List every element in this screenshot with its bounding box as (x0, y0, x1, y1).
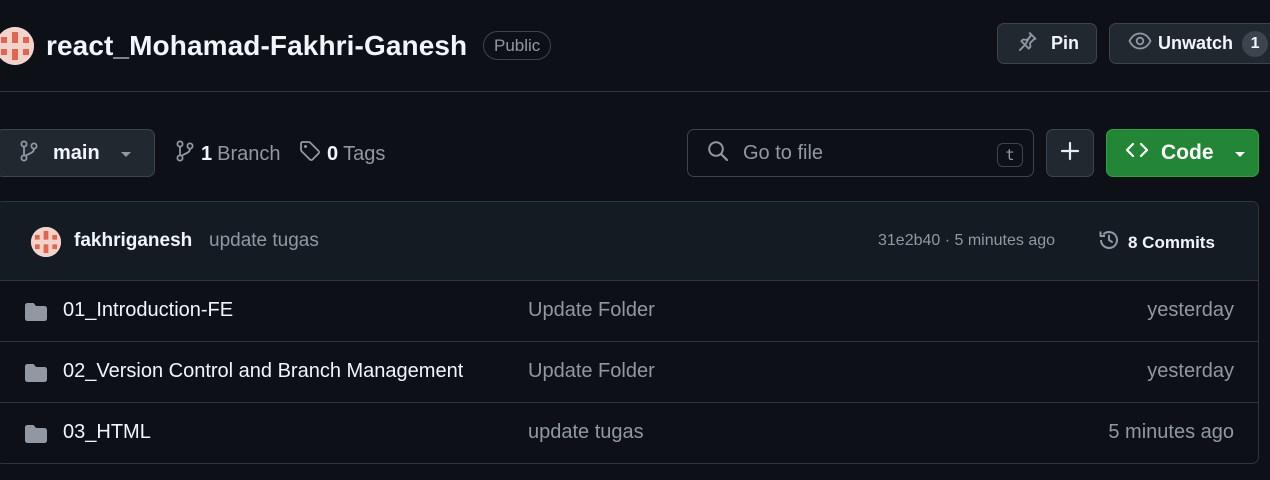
file-name-link[interactable]: 03_HTML (63, 421, 151, 444)
file-row[interactable]: 03_HTML update tugas 5 minutes ago (0, 403, 1258, 463)
file-commit-date: yesterday (1147, 360, 1234, 382)
repo-header: react_Mohamad-Fakhri-Ganesh Public Pin U… (0, 0, 1270, 92)
branch-name: main (53, 141, 100, 164)
commit-author-avatar[interactable] (31, 227, 61, 257)
pin-icon (1016, 30, 1038, 57)
unwatch-button[interactable]: Unwatch 1 (1109, 23, 1270, 64)
history-icon (1097, 228, 1121, 257)
folder-icon (23, 423, 49, 450)
file-name-link[interactable]: 01_Introduction-FE (63, 299, 233, 322)
code-button[interactable]: Code (1106, 129, 1259, 177)
chevron-down-icon (1233, 141, 1247, 165)
watch-count-badge: 1 (1242, 30, 1269, 57)
commits-count-label: 8 Commits (1128, 232, 1215, 252)
keyboard-shortcut-hint: t (997, 143, 1023, 167)
commit-message-link[interactable]: update tugas (209, 230, 319, 252)
file-commit-date: yesterday (1147, 299, 1234, 321)
search-icon (707, 140, 729, 167)
file-row[interactable]: 01_Introduction-FE Update Folder yesterd… (0, 281, 1258, 342)
file-browser: fakhriganesh update tugas 31e2b40 · 5 mi… (0, 201, 1259, 464)
folder-icon (23, 301, 49, 328)
chevron-down-icon (119, 143, 133, 164)
pin-button[interactable]: Pin (997, 23, 1097, 64)
branch-count: 1 (201, 142, 213, 165)
commit-sha-time[interactable]: 31e2b40 · 5 minutes ago (878, 232, 1055, 250)
branch-selector-button[interactable]: main (0, 129, 155, 177)
tag-count-label: Tags (343, 142, 386, 165)
branch-count-label: Branch (217, 142, 281, 165)
branches-link[interactable]: 1 Branch (175, 140, 281, 168)
tags-link[interactable]: 0 Tags (299, 140, 385, 168)
git-branch-icon (175, 140, 195, 168)
latest-commit-bar: fakhriganesh update tugas 31e2b40 · 5 mi… (0, 202, 1258, 281)
git-branch-icon (19, 140, 39, 167)
tag-count: 0 (327, 142, 339, 165)
add-file-button[interactable] (1046, 129, 1094, 177)
code-label: Code (1161, 141, 1214, 164)
tag-icon (299, 140, 321, 168)
code-icon (1125, 140, 1149, 166)
file-commit-date: 5 minutes ago (1108, 421, 1234, 443)
search-placeholder: Go to file (743, 141, 824, 164)
file-name-link[interactable]: 02_Version Control and Branch Management (63, 360, 463, 383)
file-row[interactable]: 02_Version Control and Branch Management… (0, 342, 1258, 403)
commit-author-link[interactable]: fakhriganesh (74, 230, 192, 252)
repo-owner-avatar[interactable] (0, 27, 34, 65)
folder-icon (23, 362, 49, 389)
pin-label: Pin (1051, 33, 1080, 53)
repo-page: react_Mohamad-Fakhri-Ganesh Public Pin U… (0, 0, 1270, 480)
file-commit-message[interactable]: Update Folder (528, 360, 655, 383)
eye-icon (1128, 30, 1152, 57)
unwatch-label: Unwatch (1158, 33, 1234, 53)
commits-history-link[interactable]: 8 Commits (1097, 228, 1215, 257)
file-commit-message[interactable]: Update Folder (528, 299, 655, 322)
plus-icon (1060, 141, 1080, 166)
file-commit-message[interactable]: update tugas (528, 421, 644, 444)
repo-name-link[interactable]: react_Mohamad-Fakhri-Ganesh (46, 28, 467, 64)
go-to-file-input[interactable]: Go to file t (687, 129, 1034, 177)
visibility-badge: Public (483, 31, 552, 60)
